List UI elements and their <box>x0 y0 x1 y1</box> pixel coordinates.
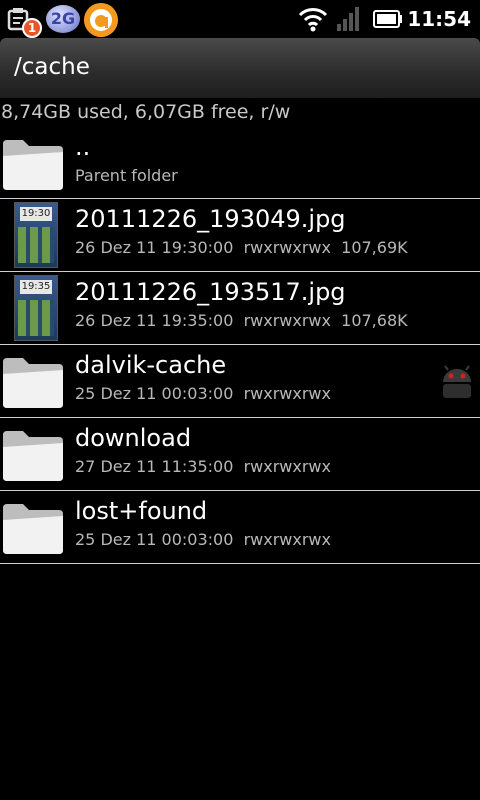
status-bar: 1 2G 11:54 <box>0 0 480 38</box>
item-meta: 26 Dez 11 19:35:00 rwxrwxrwx 107,68K <box>75 311 408 330</box>
item-meta: 26 Dez 11 19:30:00 rwxrwxrwx 107,69K <box>75 238 408 257</box>
signal-strength-icon <box>337 7 359 31</box>
item-name: lost+found <box>75 497 208 525</box>
android-icon <box>443 365 471 398</box>
wifi-icon <box>298 8 328 32</box>
image-thumbnail: 19:30 <box>14 202 58 268</box>
list-item-parent-folder[interactable]: .. Parent folder <box>0 127 480 199</box>
battery-icon <box>373 10 402 28</box>
folder-icon <box>3 504 63 554</box>
thumbnail-clock: 19:35 <box>20 280 52 294</box>
list-item-folder[interactable]: lost+found 25 Dez 11 00:03:00 rwxrwxrwx <box>0 491 480 564</box>
item-name: .. <box>75 133 91 161</box>
image-thumbnail: 19:35 <box>14 275 58 341</box>
clock: 11:54 <box>407 7 471 31</box>
list-item-folder[interactable]: dalvik-cache 25 Dez 11 00:03:00 rwxrwxrw… <box>0 345 480 418</box>
item-meta: 27 Dez 11 11:35:00 rwxrwxrwx <box>75 457 331 476</box>
storage-info: 8,74GB used, 6,07GB free, r/w <box>1 101 291 123</box>
item-meta: 25 Dez 11 00:03:00 rwxrwxrwx <box>75 384 331 403</box>
network-2g-icon: 2G <box>46 5 80 33</box>
file-list: .. Parent folder 19:30 20111226_193049.j… <box>0 127 480 564</box>
folder-icon <box>3 358 63 408</box>
item-meta: 25 Dez 11 00:03:00 rwxrwxrwx <box>75 530 331 549</box>
list-item-folder[interactable]: download 27 Dez 11 11:35:00 rwxrwxrwx <box>0 418 480 491</box>
notification-count-badge: 1 <box>22 18 42 38</box>
item-meta: Parent folder <box>75 166 178 185</box>
item-name: 20111226_193049.jpg <box>75 205 346 233</box>
list-item-file[interactable]: 19:30 20111226_193049.jpg 26 Dez 11 19:3… <box>0 199 480 272</box>
item-name: download <box>75 424 192 452</box>
title-bar: /cache <box>0 38 480 98</box>
folder-icon <box>3 431 63 481</box>
item-name: dalvik-cache <box>75 351 227 379</box>
list-item-file[interactable]: 19:35 20111226_193517.jpg 26 Dez 11 19:3… <box>0 272 480 345</box>
folder-icon <box>3 140 63 190</box>
item-name: 20111226_193517.jpg <box>75 278 346 306</box>
antivirus-icon <box>84 3 118 37</box>
thumbnail-clock: 19:30 <box>20 207 52 221</box>
current-path-title: /cache <box>14 54 90 80</box>
